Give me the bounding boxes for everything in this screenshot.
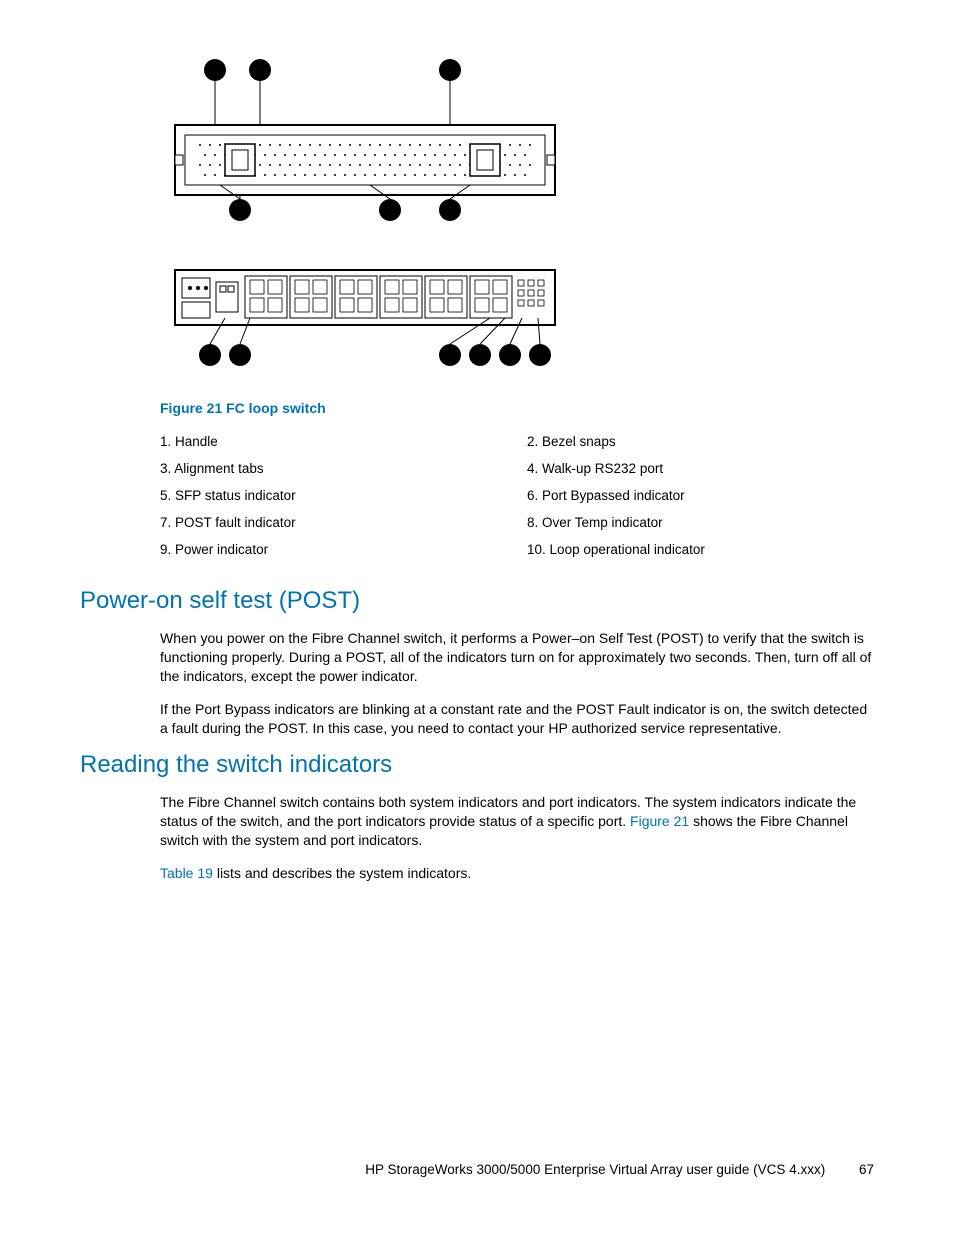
heading-reading: Reading the switch indicators [80,751,874,779]
legend-item: 6. Port Bypassed indicator [527,488,874,503]
legend-item: 2. Bezel snaps [527,434,874,449]
legend-item: 1. Handle [160,434,507,449]
legend-item: 10. Loop operational indicator [527,542,874,557]
figure-caption: Figure 21 FC loop switch [160,400,874,416]
figure-diagram [160,50,874,380]
post-paragraph-2: If the Port Bypass indicators are blinki… [160,700,874,738]
legend-item: 5. SFP status indicator [160,488,507,503]
reading-paragraph-2: Table 19 lists and describes the system … [160,864,874,883]
figure-legend: 1. Handle 2. Bezel snaps 3. Alignment ta… [160,434,874,557]
legend-item: 3. Alignment tabs [160,461,507,476]
page-number: 67 [859,1162,874,1177]
heading-post: Power-on self test (POST) [80,587,874,615]
post-paragraph-1: When you power on the Fibre Channel swit… [160,629,874,686]
reading-paragraph-1: The Fibre Channel switch contains both s… [160,793,874,850]
legend-item: 7. POST fault indicator [160,515,507,530]
fc-loop-switch-diagram [160,50,580,380]
legend-item: 9. Power indicator [160,542,507,557]
link-figure-21[interactable]: Figure 21 [630,813,689,829]
legend-item: 8. Over Temp indicator [527,515,874,530]
link-table-19[interactable]: Table 19 [160,865,213,881]
page-footer: HP StorageWorks 3000/5000 Enterprise Vir… [365,1162,874,1177]
legend-item: 4. Walk-up RS232 port [527,461,874,476]
footer-text: HP StorageWorks 3000/5000 Enterprise Vir… [365,1162,825,1177]
